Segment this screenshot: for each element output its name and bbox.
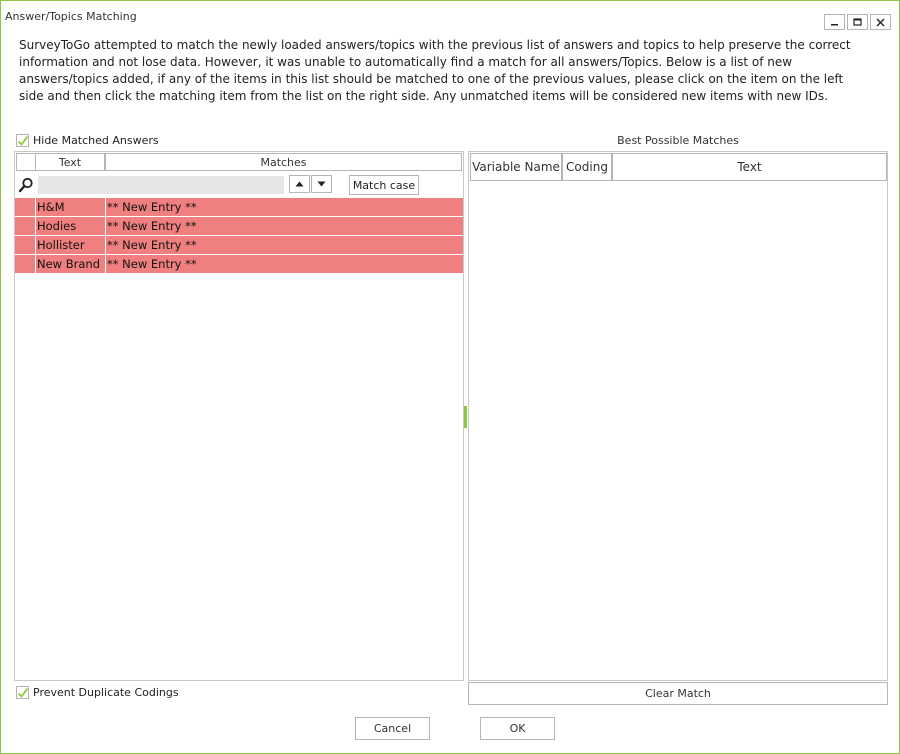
row-indicator-header [16,153,36,171]
row-match[interactable]: ** New Entry ** [106,236,457,254]
instructions-text: SurveyToGo attempted to match the newly … [19,38,851,103]
panel-splitter[interactable] [464,406,467,428]
search-icon [18,177,33,193]
search-input[interactable] [38,176,284,194]
row-indicator[interactable] [15,236,36,254]
table-row[interactable]: Hollister ** New Entry ** [15,236,463,255]
best-matches-grid[interactable]: Variable Name Coding Text [468,151,888,681]
find-previous-button[interactable] [289,175,310,193]
checkbox-box[interactable] [16,686,29,699]
minimize-button[interactable] [824,14,845,30]
window-title: Answer/Topics Matching [5,10,137,23]
check-icon [17,135,28,146]
close-icon [876,18,885,26]
row-match[interactable]: ** New Entry ** [106,198,457,216]
row-text[interactable]: Hollister [36,236,106,254]
table-row[interactable]: H&M ** New Entry ** [15,198,463,217]
column-header-coding[interactable]: Coding [562,153,612,181]
arrow-down-icon [317,181,326,187]
answers-list: H&M ** New Entry ** Hodies ** New Entry … [15,198,463,274]
arrow-up-icon [295,181,304,187]
close-button[interactable] [870,14,891,30]
prevent-duplicate-checkbox[interactable]: Prevent Duplicate Codings [16,686,179,699]
cancel-button[interactable]: Cancel [355,717,430,740]
column-header-matches[interactable]: Matches [105,153,462,171]
maximize-icon [853,17,862,26]
prevent-duplicate-label: Prevent Duplicate Codings [33,686,179,699]
row-indicator[interactable] [15,198,36,216]
hide-matched-label: Hide Matched Answers [33,134,159,147]
row-indicator[interactable] [15,217,36,235]
checkbox-box[interactable] [16,134,29,147]
maximize-button[interactable] [847,14,868,30]
match-case-button[interactable]: Match case [349,175,419,195]
check-icon [17,687,28,698]
search-row: Match case [15,174,463,196]
row-match[interactable]: ** New Entry ** [106,255,457,273]
row-text[interactable]: New Brand [36,255,106,273]
answers-grid: Text Matches Match case H&M ** New Entry… [14,151,464,681]
row-text[interactable]: H&M [36,198,106,216]
hide-matched-checkbox[interactable]: Hide Matched Answers [16,134,159,147]
dialog-window: Answer/Topics Matching SurveyToGo attemp… [0,0,900,754]
minimize-icon [831,23,838,25]
column-header-variable-name[interactable]: Variable Name [470,153,562,181]
clear-match-button[interactable]: Clear Match [468,682,888,705]
column-header-text[interactable]: Text [612,153,887,181]
table-row[interactable]: New Brand ** New Entry ** [15,255,463,274]
table-row[interactable]: Hodies ** New Entry ** [15,217,463,236]
row-text[interactable]: Hodies [36,217,106,235]
best-matches-title: Best Possible Matches [617,134,739,147]
find-next-button[interactable] [311,175,332,193]
row-match[interactable]: ** New Entry ** [106,217,457,235]
ok-button[interactable]: OK [480,717,555,740]
row-indicator[interactable] [15,255,36,273]
column-header-text[interactable]: Text [35,153,105,171]
